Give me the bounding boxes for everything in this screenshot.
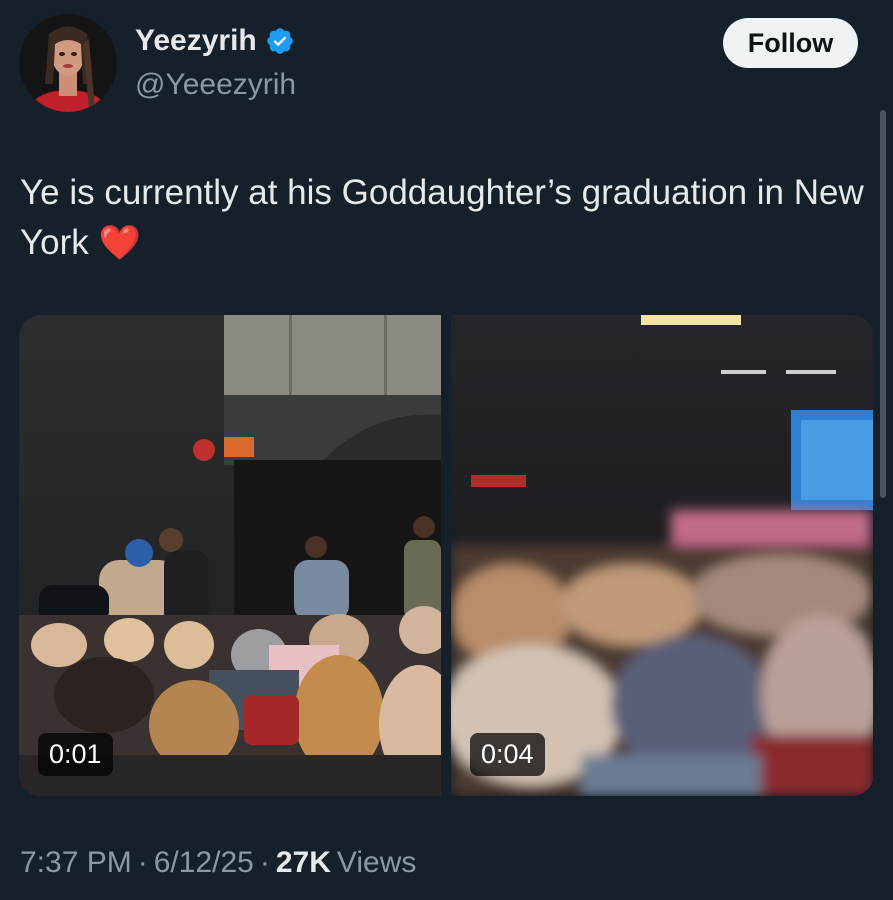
scrollbar[interactable] (880, 110, 886, 498)
tweet-text: Ye is currently at his Goddaughter’s gra… (20, 168, 870, 268)
views-label: Views (336, 846, 417, 879)
tweet-meta: 7:37 PM · 6/12/25 · 27K Views (20, 846, 416, 880)
video-frame-2-image (451, 315, 873, 796)
video-thumbnail-1[interactable]: 0:01 (19, 315, 441, 796)
tweet-body: Ye is currently at his Goddaughter’s gra… (20, 173, 864, 262)
video-thumbnail-2[interactable]: 0:04 (451, 315, 873, 796)
tweet-page: Yeezyrih @Yeeezyrih Follow Ye is current… (0, 0, 893, 900)
profile-photo-icon (19, 14, 117, 112)
video-duration-1: 0:01 (38, 733, 113, 776)
tweet-date[interactable]: 6/12/25 (154, 846, 254, 880)
meta-separator: · (259, 846, 270, 879)
video-frame-1-image (19, 315, 441, 796)
meta-separator: · (137, 846, 148, 879)
tweet-time[interactable]: 7:37 PM (20, 846, 132, 880)
heart-emoji-icon: ❤️ (98, 224, 141, 262)
verified-badge-icon (266, 28, 293, 54)
follow-button[interactable]: Follow (723, 18, 858, 68)
author-name-text[interactable]: Yeezyrih (135, 24, 257, 58)
author-handle[interactable]: @Yeeezyrih (135, 68, 296, 102)
author-name[interactable]: Yeezyrih (135, 24, 295, 58)
views-count[interactable]: 27K (276, 846, 331, 880)
media-grid: 0:01 0:04 (19, 315, 874, 796)
avatar[interactable] (19, 14, 117, 112)
video-duration-2: 0:04 (470, 733, 545, 776)
